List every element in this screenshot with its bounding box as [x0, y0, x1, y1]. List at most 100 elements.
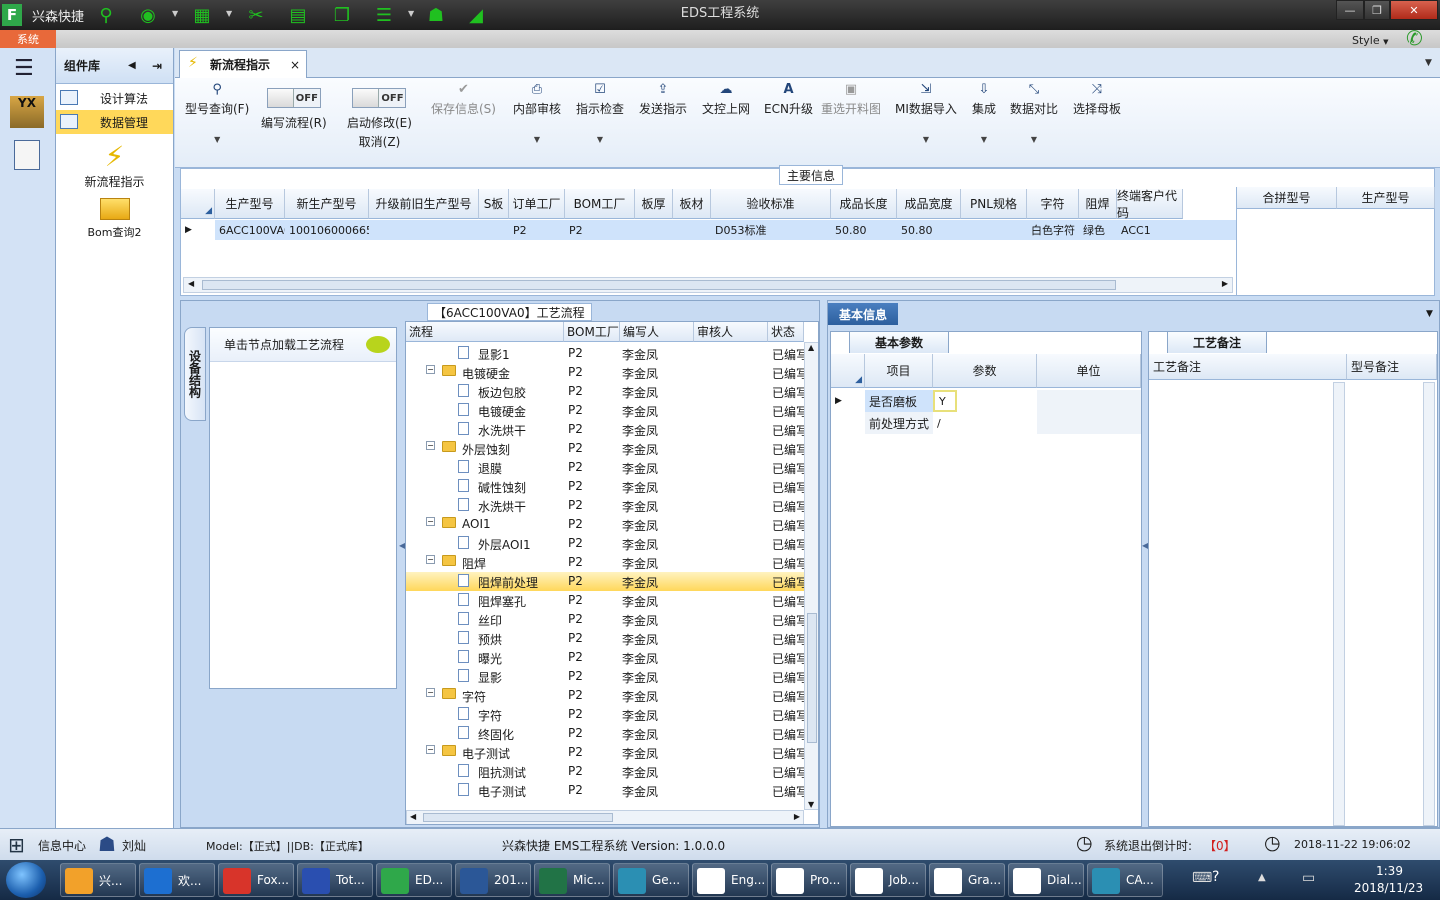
tree-horizontal-scrollbar[interactable]: ◀ ▶ — [406, 810, 804, 824]
style-menu[interactable]: Style ▼ — [1352, 34, 1389, 47]
main-info-column-header[interactable]: 字符 — [1027, 189, 1079, 219]
taskbar-item[interactable]: Pro... — [771, 863, 847, 897]
main-info-cell[interactable]: 50.80 — [897, 220, 961, 240]
taskbar-item[interactable]: 兴... — [60, 863, 136, 897]
main-info-column-header[interactable]: 成品长度 — [831, 189, 897, 219]
tree-row[interactable]: 水洗烘干 P2 李金凤 已编写 — [406, 420, 806, 439]
calculator-icon[interactable] — [14, 140, 40, 170]
taskbar-item[interactable]: Tot... — [297, 863, 373, 897]
tree-row[interactable]: 外层AOI1 P2 李金凤 已编写 — [406, 534, 806, 553]
tree-row[interactable]: 曝光 P2 李金凤 已编写 — [406, 648, 806, 667]
hamburger-menu-icon[interactable]: ☰ — [14, 56, 34, 81]
collapse-toggle-icon[interactable]: − — [426, 441, 435, 450]
main-info-column-header[interactable]: BOM工厂 — [565, 189, 635, 219]
tree-row[interactable]: 显影1 P2 李金凤 已编写 — [406, 344, 806, 363]
tree-row[interactable]: − 字符 P2 李金凤 已编写 — [406, 686, 806, 705]
info-center-label[interactable]: 信息中心 — [38, 837, 86, 854]
main-info-cell[interactable] — [673, 220, 711, 240]
main-info-cell[interactable]: D053标准 — [711, 220, 831, 240]
taskbar-item[interactable]: Dial... — [1008, 863, 1084, 897]
tree-row[interactable]: 板边包胶 P2 李金凤 已编写 — [406, 382, 806, 401]
scrollbar-thumb[interactable] — [202, 280, 1116, 290]
network-icon[interactable]: ▭ — [1302, 870, 1315, 886]
tab-new-process[interactable]: ⚡ 新流程指示 × — [179, 50, 307, 78]
data-compare-button[interactable]: ⤡ 数据对比 ▼ — [1010, 82, 1058, 144]
tree-row[interactable]: 字符 P2 李金凤 已编写 — [406, 705, 806, 724]
tree-row[interactable]: 电镀硬金 P2 李金凤 已编写 — [406, 401, 806, 420]
model-query-button[interactable]: ⚲ 型号查询(F) ▼ — [185, 82, 249, 144]
tree-row[interactable]: − 电镀硬金 P2 李金凤 已编写 — [406, 363, 806, 382]
main-info-column-header[interactable]: 阻焊 — [1079, 189, 1117, 219]
taskbar-item[interactable]: Job... — [850, 863, 926, 897]
taskbar-item[interactable]: Mic... — [534, 863, 610, 897]
main-info-cell[interactable]: P2 — [509, 220, 565, 240]
launcher-bom-query[interactable]: Bom查询2 — [56, 198, 173, 240]
minimize-button[interactable]: — — [1336, 0, 1364, 20]
tray-arrow-icon[interactable]: ▲ — [1258, 872, 1266, 883]
param-value-header[interactable]: 参数 — [933, 354, 1037, 388]
collapse-left-icon[interactable]: ◀ — [128, 60, 136, 71]
tree-row[interactable]: 阻焊前处理 P2 李金凤 已编写 — [406, 572, 806, 591]
reselect-cutting-chart-button[interactable]: ▣ 重选开料图 — [821, 82, 881, 117]
taskbar-item[interactable]: Eng... — [692, 863, 768, 897]
main-info-cell[interactable] — [961, 220, 1027, 240]
main-info-cell[interactable]: ACC1 — [1117, 220, 1183, 240]
system-tab[interactable]: 系统 — [0, 30, 56, 48]
tree-row[interactable]: − 阻焊 P2 李金凤 已编写 — [406, 553, 806, 572]
instruction-check-button[interactable]: ☑ 指示检查 ▼ — [576, 82, 624, 144]
tree-row[interactable]: 电子测试 P2 李金凤 已编写 — [406, 781, 806, 800]
help-icon[interactable]: ? — [1212, 869, 1219, 885]
main-info-cell[interactable] — [479, 220, 509, 240]
taskbar-item[interactable]: 201... — [455, 863, 531, 897]
tree-row[interactable]: − 电子测试 P2 李金凤 已编写 — [406, 743, 806, 762]
main-info-column-header[interactable]: 新生产型号 — [285, 189, 369, 219]
main-info-cell[interactable]: P2 — [565, 220, 635, 240]
chevron-down-icon[interactable]: ▼ — [1031, 135, 1037, 144]
taskbar-item[interactable]: ED... — [376, 863, 452, 897]
main-info-column-header[interactable]: S板 — [479, 189, 509, 219]
basic-info-title[interactable]: 基本信息 — [828, 303, 898, 325]
tree-column-header[interactable]: BOM工厂 — [564, 322, 620, 342]
start-edit-toggle[interactable]: OFF 启动修改(E) 取消(Z) — [347, 88, 412, 150]
process-note-scrollbar[interactable] — [1333, 382, 1345, 826]
doc-control-online-button[interactable]: ☁ 文控上网 — [702, 82, 750, 117]
main-info-column-header[interactable]: 验收标准 — [711, 189, 831, 219]
tree-row[interactable]: 丝印 P2 李金凤 已编写 — [406, 610, 806, 629]
equipment-structure-tab[interactable]: 设备结构 — [184, 327, 206, 421]
close-button[interactable]: ✕ — [1390, 0, 1438, 20]
horizontal-scrollbar[interactable]: ◀ ▶ — [183, 277, 1233, 293]
tree-row[interactable]: 预烘 P2 李金凤 已编写 — [406, 629, 806, 648]
scroll-up-icon[interactable]: ▲ — [808, 343, 814, 352]
chevron-down-icon[interactable]: ▼ — [597, 135, 603, 144]
phone-icon[interactable]: ✆ — [1406, 26, 1423, 50]
main-info-cell[interactable]: 白色字符 — [1027, 220, 1079, 240]
scroll-right-icon[interactable]: ▶ — [1222, 279, 1228, 288]
tree-row[interactable]: 碱性蚀刻 P2 李金凤 已编写 — [406, 477, 806, 496]
param-unit-header[interactable]: 单位 — [1037, 354, 1141, 388]
main-info-cell[interactable]: 6ACC100VA0 — [215, 220, 285, 240]
main-info-column-header[interactable]: 订单工厂 — [509, 189, 565, 219]
tree-column-header[interactable]: 状态 — [768, 322, 804, 342]
taskbar-item[interactable]: 欢... — [139, 863, 215, 897]
model-note-scrollbar[interactable] — [1423, 382, 1435, 826]
main-info-cell[interactable]: 10010600066544 — [285, 220, 369, 240]
scroll-right-icon[interactable]: ▶ — [794, 812, 800, 821]
main-info-column-header[interactable]: 终端客户代码 — [1117, 189, 1183, 220]
ecn-upgrade-button[interactable]: A ECN升级 — [764, 82, 813, 117]
collapse-toggle-icon[interactable]: − — [426, 365, 435, 374]
toggle-switch[interactable]: OFF — [266, 88, 321, 108]
tree-row[interactable]: 显影 P2 李金凤 已编写 — [406, 667, 806, 686]
keyboard-icon[interactable]: ⌨ — [1192, 870, 1212, 886]
param-value-input[interactable]: Y — [933, 390, 957, 412]
scroll-left-icon[interactable]: ◀ — [188, 279, 194, 288]
main-info-cell[interactable] — [635, 220, 673, 240]
tree-row[interactable]: 阻焊塞孔 P2 李金凤 已编写 — [406, 591, 806, 610]
chevron-down-icon[interactable]: ▼ — [981, 135, 987, 144]
chevron-down-icon[interactable]: ▼ — [214, 135, 220, 144]
tree-row[interactable]: − AOI1 P2 李金凤 已编写 — [406, 515, 806, 534]
start-button[interactable] — [6, 862, 46, 898]
taskbar-item[interactable]: Fox... — [218, 863, 294, 897]
launcher-new-process[interactable]: ⚡ 新流程指示 — [56, 140, 173, 190]
scrollbar-thumb[interactable] — [807, 613, 817, 743]
write-process-toggle[interactable]: OFF 编写流程(R) — [261, 88, 327, 131]
